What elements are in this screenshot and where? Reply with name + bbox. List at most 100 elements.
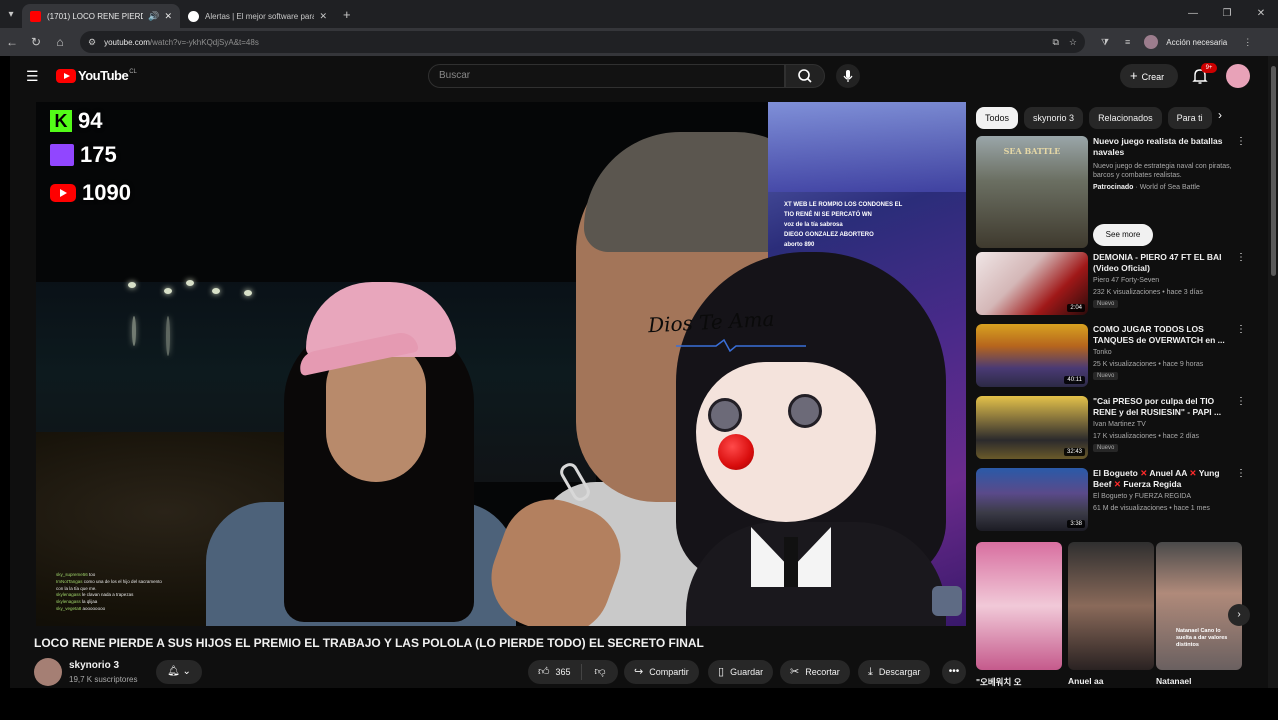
create-label: Crear — [1141, 72, 1165, 82]
chip-channel[interactable]: skynorio 3 — [1024, 107, 1084, 129]
youtube-logo-icon — [56, 68, 76, 83]
yt-header: ☰ YouTube CL Buscar + Crear 9+ — [10, 56, 1268, 96]
bell-icon: 🔔︎ — [167, 666, 180, 677]
short-caption: Natanael Cano lo suelta a dar valores di… — [1176, 628, 1228, 648]
channel-name[interactable]: skynorio 3 — [69, 660, 119, 671]
like-button[interactable]: 👍︎ 365 — [528, 664, 582, 680]
chrome-menu-icon[interactable]: ⋮ — [1243, 37, 1252, 48]
profile-avatar[interactable] — [1144, 35, 1159, 49]
rec-meta: 232 K visualizaciones • hace 3 días — [1093, 289, 1203, 296]
site-info-icon[interactable]: ⚙ — [88, 37, 96, 48]
restore-icon[interactable]: ❐ — [1210, 0, 1244, 28]
menu-icon[interactable]: ☰ — [26, 68, 39, 85]
sponsored-ad[interactable]: SEA BATTLE Nuevo juego realista de batal… — [976, 136, 1246, 248]
minimize-icon[interactable]: — — [1176, 0, 1210, 28]
media-icon[interactable]: ≡ — [1125, 37, 1130, 47]
channel-avatar[interactable] — [34, 658, 62, 686]
address-bar[interactable]: ⚙ youtube.com /watch?v=-ykhKQdjSyA&t=48s… — [80, 31, 1085, 53]
notification-badge: 9+ — [1201, 63, 1217, 73]
rec-title[interactable]: "Cai PRESO por culpa del TIO RENE y del … — [1093, 396, 1233, 418]
close-window-icon[interactable]: ✕ — [1244, 0, 1278, 28]
kebab-menu-icon[interactable]: ⋮ — [1236, 468, 1246, 479]
rec-meta: 25 K visualizaciones • hace 9 horas — [1093, 361, 1204, 368]
video-thumbnail[interactable]: 40:11 — [976, 324, 1088, 387]
ad-thumbnail[interactable]: SEA BATTLE — [976, 136, 1088, 248]
ad-thumb-text: SEA BATTLE — [1003, 146, 1061, 156]
short-title[interactable]: Anuel aa — [1068, 676, 1103, 686]
rec-channel[interactable]: Tonko — [1093, 349, 1112, 356]
extensions-icon[interactable]: ⧩ — [1101, 37, 1109, 48]
twitch-viewers: 175 — [50, 142, 117, 168]
youtube-logo[interactable]: YouTube CL — [56, 68, 137, 83]
short-title[interactable]: "오베워치 오 — [976, 676, 1022, 688]
short-card[interactable]: Natanael Cano lo suelta a dar valores di… — [1156, 542, 1242, 670]
chip-relacionados[interactable]: Relacionados — [1089, 107, 1162, 129]
kebab-menu-icon[interactable]: ⋮ — [1236, 324, 1246, 335]
tab-youtube[interactable]: (1701) LOCO RENE PIERDI 🔊 ✕ — [22, 4, 180, 28]
kebab-menu-icon[interactable]: ⋮ — [1236, 136, 1246, 147]
scrollbar-thumb[interactable] — [1271, 66, 1276, 276]
dislike-button[interactable]: 👎︎ — [582, 660, 618, 684]
ad-description: Nuevo juego de estrategia naval con pira… — [1093, 163, 1232, 179]
download-button[interactable]: ⤓ Descargar — [858, 660, 931, 684]
create-button[interactable]: + Crear — [1120, 64, 1178, 88]
short-title[interactable]: Natanael — [1156, 676, 1191, 686]
chevron-right-icon[interactable]: › — [1218, 108, 1222, 122]
ad-title[interactable]: Nuevo juego realista de batallas navales — [1093, 136, 1233, 158]
save-button[interactable]: ▯ Guardar — [708, 660, 774, 684]
video-thumbnail[interactable]: 3:38 — [976, 468, 1088, 531]
tab-alertas[interactable]: Alertas | El mejor software para ✕ — [180, 4, 335, 28]
reload-icon[interactable]: ↻ — [24, 35, 48, 49]
kebab-menu-icon[interactable]: ⋮ — [1236, 396, 1246, 407]
youtube-logo-icon — [50, 184, 76, 202]
share-button[interactable]: ↪ Compartir — [624, 660, 699, 684]
video-thumbnail[interactable]: 32:43 — [976, 396, 1088, 459]
voice-search-button[interactable] — [836, 64, 860, 88]
rec-title[interactable]: El Bogueto ✕ Anuel AA ✕ Yung Beef ✕ Fuer… — [1093, 468, 1233, 490]
toolbar-right: ⧩ ≡ Acción necesaria ⋮ — [1093, 35, 1260, 49]
list-item[interactable]: 40:11 COMO JUGAR TODOS LOS TANQUES de OV… — [976, 324, 1246, 388]
rec-channel[interactable]: Piero 47 Forty-Seven — [1093, 277, 1159, 284]
new-tab-icon[interactable]: + — [343, 7, 351, 22]
like-count: 365 — [555, 667, 571, 677]
new-badge: Nuevo — [1093, 444, 1119, 452]
list-item[interactable]: 32:43 "Cai PRESO por culpa del TIO RENE … — [976, 396, 1246, 460]
profile-action-label[interactable]: Acción necesaria — [1166, 38, 1227, 47]
short-card[interactable] — [976, 542, 1062, 670]
video-thumbnail[interactable]: 2:04 — [976, 252, 1088, 315]
chip-todos[interactable]: Todos — [976, 107, 1019, 129]
search-input[interactable]: Buscar — [428, 64, 785, 88]
more-actions-icon[interactable]: ••• — [942, 660, 966, 684]
speaker-icon[interactable]: 🔊 — [148, 11, 159, 22]
close-tab-icon[interactable]: ✕ — [319, 11, 327, 22]
bookmark-icon: ▯ — [718, 666, 725, 678]
kebab-menu-icon[interactable]: ⋮ — [1236, 252, 1246, 263]
clip-button[interactable]: ✂ Recortar — [780, 660, 850, 684]
tab-search-icon[interactable]: ▾ — [0, 9, 22, 20]
close-tab-icon[interactable]: ✕ — [164, 11, 172, 22]
rec-title[interactable]: DEMONIA - PIERO 47 FT EL BAI (Video Ofic… — [1093, 252, 1233, 274]
page-scrollbar[interactable] — [1268, 56, 1278, 688]
list-item[interactable]: 2:04 DEMONIA - PIERO 47 FT EL BAI (Video… — [976, 252, 1246, 316]
thumbs-down-icon: 👎︎ — [594, 666, 606, 678]
see-more-button[interactable]: See more — [1093, 224, 1153, 246]
chip-para-ti[interactable]: Para ti — [1167, 107, 1212, 129]
account-avatar[interactable] — [1226, 64, 1250, 88]
short-card[interactable] — [1068, 542, 1154, 670]
subscribed-bell-button[interactable]: 🔔︎ ⌄ — [156, 660, 202, 684]
video-player[interactable]: XT WEB LE ROMPIO LOS CONDONES EL TIO REN… — [36, 102, 966, 626]
rec-channel[interactable]: El Bogueto y FUERZA REGIDA — [1093, 493, 1191, 500]
back-icon[interactable]: ← — [0, 35, 24, 49]
search-button[interactable] — [785, 64, 825, 88]
mic-icon — [843, 70, 853, 82]
translate-icon[interactable]: ⧉ — [1052, 37, 1058, 48]
subscriber-count: 19,7 K suscriptores — [69, 675, 138, 684]
home-icon[interactable]: ⌂ — [48, 35, 72, 49]
list-item[interactable]: 3:38 El Bogueto ✕ Anuel AA ✕ Yung Beef ✕… — [976, 468, 1246, 532]
bookmark-star-icon[interactable]: ☆ — [1069, 37, 1077, 48]
rec-title[interactable]: COMO JUGAR TODOS LOS TANQUES de OVERWATC… — [1093, 324, 1233, 346]
chevron-down-icon: ⌄ — [182, 666, 191, 677]
thumbs-up-icon: 👍︎ — [538, 666, 550, 678]
shorts-next-button[interactable]: › — [1228, 604, 1250, 626]
rec-channel[interactable]: Ivan Martinez TV — [1093, 421, 1146, 428]
